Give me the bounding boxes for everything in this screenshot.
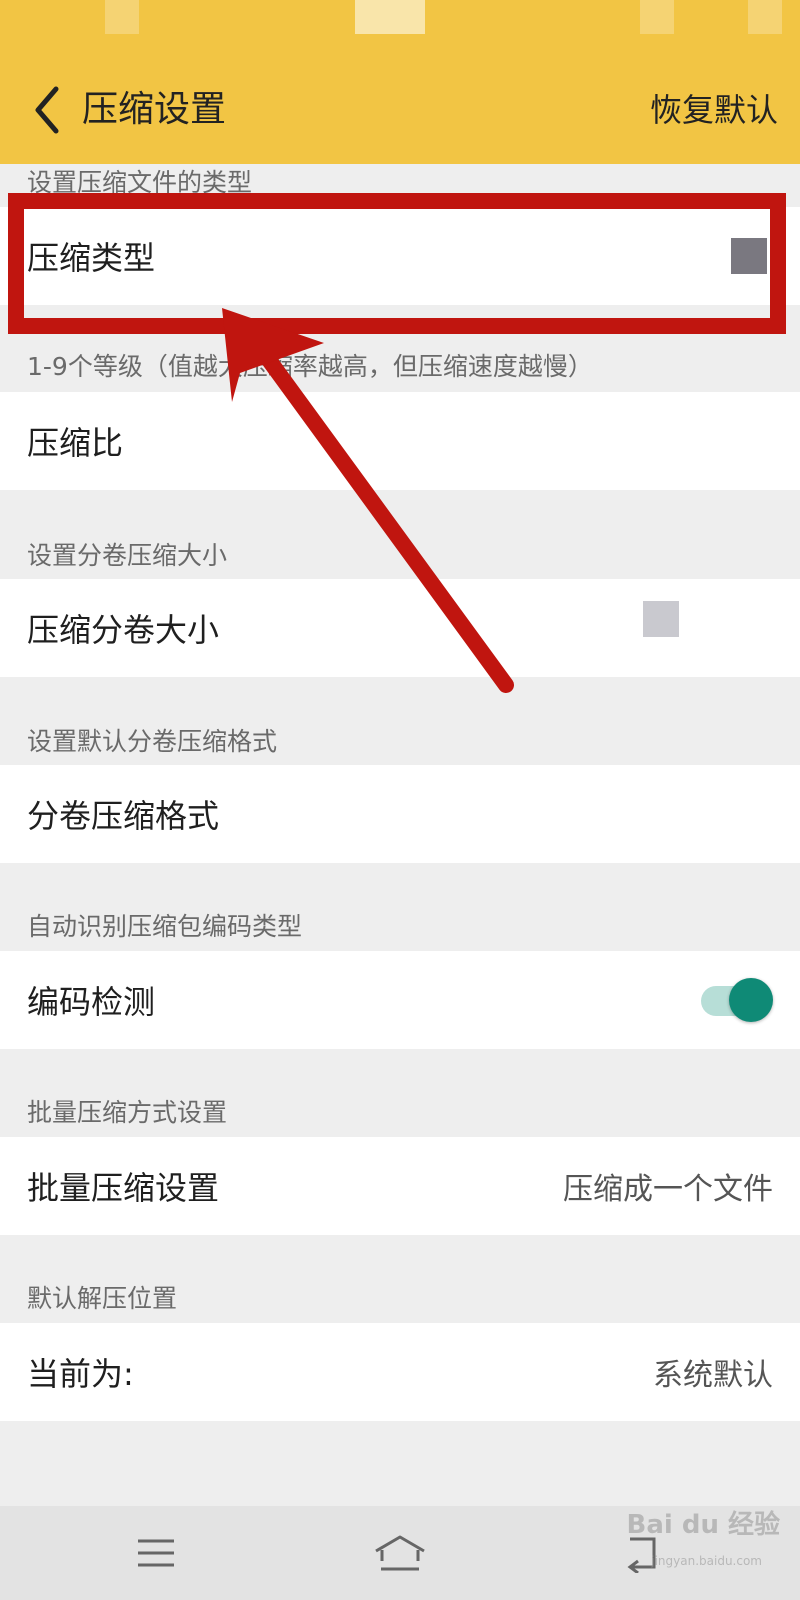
menu-nav-button[interactable] xyxy=(126,1528,186,1578)
watermark-url: jingyan.baidu.com xyxy=(651,1554,762,1568)
value-placeholder xyxy=(731,238,767,274)
toggle-knob xyxy=(729,978,773,1022)
section-label-volume-size: 设置分卷压缩大小 xyxy=(27,541,228,570)
section-label-batch: 批量压缩方式设置 xyxy=(27,1098,228,1127)
app-header: 压缩设置 恢复默认 xyxy=(0,0,800,164)
status-bar-icon xyxy=(355,0,425,34)
row-value: 压缩成一个文件 xyxy=(563,1172,773,1207)
setting-row-compress-ratio[interactable]: 压缩比 xyxy=(0,392,800,490)
row-label: 编码检测 xyxy=(27,983,156,1021)
section-label-compress-type: 设置压缩文件的类型 xyxy=(27,168,253,197)
page-title: 压缩设置 xyxy=(82,89,227,130)
row-label: 批量压缩设置 xyxy=(27,1169,220,1207)
back-button[interactable] xyxy=(22,78,72,142)
status-bar-icon xyxy=(105,0,139,34)
row-label: 压缩比 xyxy=(27,424,124,462)
status-bar-icon xyxy=(640,0,674,34)
home-icon xyxy=(375,1535,425,1571)
status-bar-icon xyxy=(748,0,782,34)
menu-icon xyxy=(138,1539,174,1567)
value-placeholder xyxy=(643,601,679,637)
row-label: 当前为: xyxy=(27,1355,134,1393)
home-nav-button[interactable] xyxy=(370,1528,430,1578)
section-label-encoding: 自动识别压缩包编码类型 xyxy=(27,912,303,941)
row-value: 系统默认 xyxy=(653,1358,773,1393)
section-label-compress-ratio: 1-9个等级（值越大压缩率越高，但压缩速度越慢） xyxy=(27,352,593,381)
setting-row-extract-location[interactable]: 当前为: 系统默认 xyxy=(0,1323,800,1421)
setting-row-batch[interactable]: 批量压缩设置 压缩成一个文件 xyxy=(0,1137,800,1235)
setting-row-compress-type[interactable]: 压缩类型 xyxy=(0,207,800,305)
row-label: 压缩分卷大小 xyxy=(27,611,220,649)
section-label-volume-format: 设置默认分卷压缩格式 xyxy=(27,727,278,756)
encoding-detect-toggle[interactable] xyxy=(701,976,773,1024)
watermark-brand: Bai du 经验 xyxy=(626,1510,781,1540)
setting-row-volume-size[interactable]: 压缩分卷大小 xyxy=(0,579,800,677)
setting-row-volume-format[interactable]: 分卷压缩格式 xyxy=(0,765,800,863)
section-label-extract-location: 默认解压位置 xyxy=(27,1284,178,1313)
setting-row-encoding: 编码检测 xyxy=(0,951,800,1049)
restore-default-button[interactable]: 恢复默认 xyxy=(650,84,778,136)
chevron-left-icon xyxy=(35,86,59,134)
row-label: 压缩类型 xyxy=(27,239,156,277)
row-label: 分卷压缩格式 xyxy=(27,797,220,835)
